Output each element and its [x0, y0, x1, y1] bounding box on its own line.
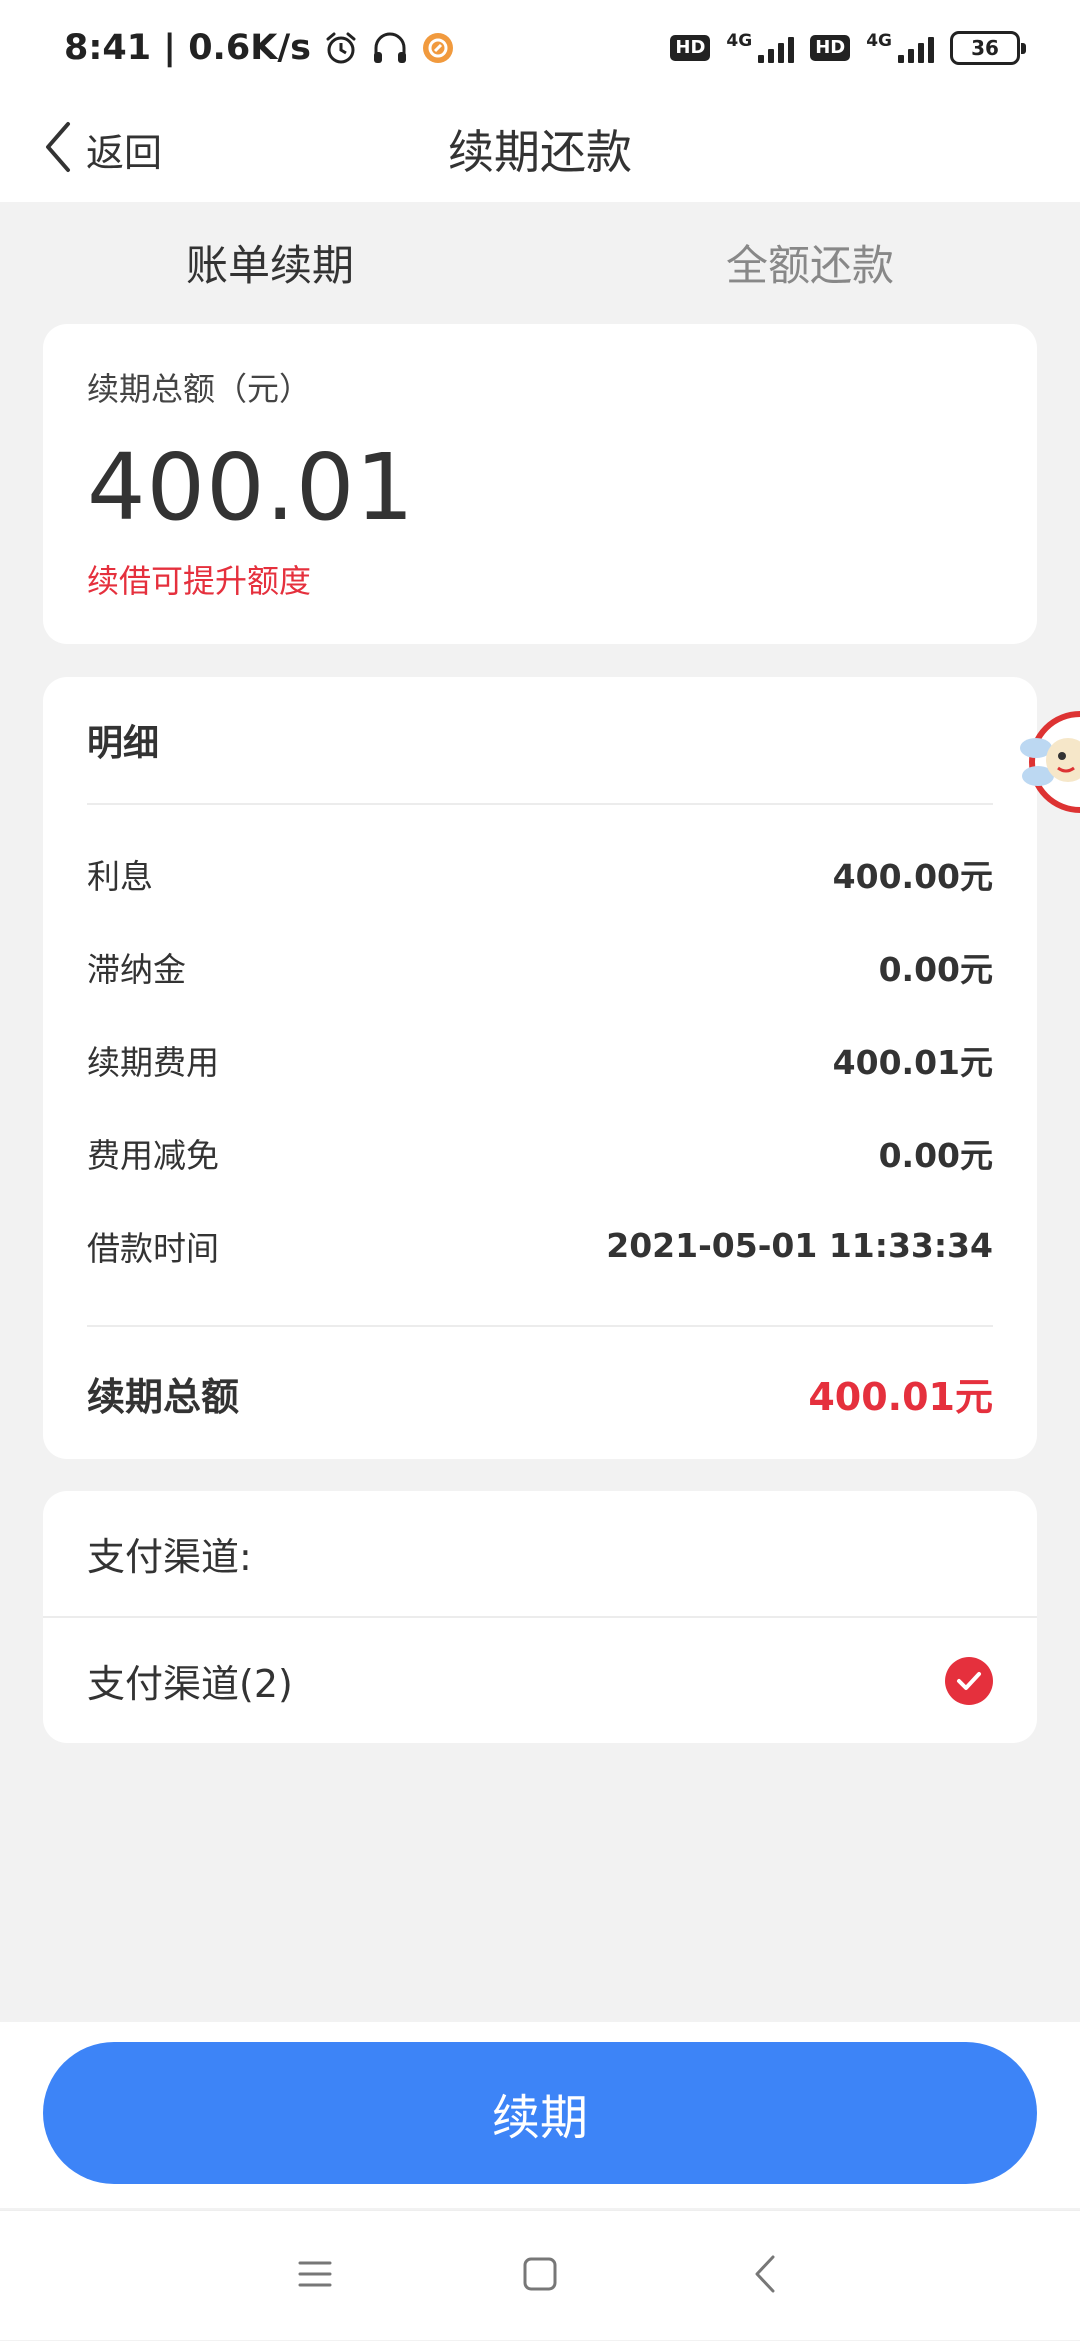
- check-circle-icon[interactable]: [945, 1656, 993, 1705]
- total-amount: 400.01: [87, 434, 415, 541]
- detail-label: 续期费用: [87, 1042, 219, 1082]
- nav-bar: 返回 续期还款: [0, 96, 1080, 202]
- signal-group-2: 4G: [866, 33, 934, 63]
- menu-button[interactable]: [203, 2211, 428, 2341]
- detail-card: 明细 利息 400.00元 滞纳金 0.00元 续期费用 400.01元 费用减…: [43, 677, 1037, 1459]
- system-nav-bar: [0, 2210, 1080, 2340]
- chevron-left-icon: [44, 121, 72, 177]
- summary-label: 续期总额: [87, 1374, 240, 1419]
- tab-full-repayment[interactable]: 全额还款: [540, 202, 1080, 322]
- detail-label: 利息: [87, 856, 153, 896]
- network-type-label: 4G: [726, 31, 753, 51]
- total-card: 续期总额（元） 400.01 续借可提升额度: [43, 324, 1037, 644]
- total-caption: 续期总额（元）: [87, 370, 312, 408]
- summary-value: 400.01元: [808, 1374, 993, 1419]
- detail-row-renewal-fee: 续期费用 400.01元: [87, 1013, 993, 1106]
- detail-label: 滞纳金: [87, 949, 186, 989]
- back-button[interactable]: 返回: [44, 118, 162, 180]
- signal-icon: [898, 33, 934, 63]
- detail-row-loan-time: 借款时间 2021-05-01 11:33:34: [87, 1199, 993, 1292]
- chevron-left-icon: [753, 2254, 777, 2298]
- status-time-speed: 8:41 | 0.6K/s: [64, 28, 311, 68]
- detail-value: 400.00元: [832, 856, 993, 896]
- payment-card: 支付渠道: 支付渠道(2): [43, 1491, 1037, 1743]
- tab-renewal[interactable]: 账单续期: [0, 202, 540, 322]
- detail-row-late-fee: 滞纳金 0.00元: [87, 920, 993, 1013]
- detail-value: 2021-05-01 11:33:34: [606, 1226, 993, 1265]
- status-bar: 8:41 | 0.6K/s HD 4G HD 4G 36: [0, 0, 1080, 96]
- status-right: HD 4G HD 4G 36: [670, 31, 1026, 65]
- detail-value: 0.00元: [878, 1135, 993, 1175]
- app-notification-icon: [421, 31, 455, 65]
- status-left: 8:41 | 0.6K/s: [64, 28, 455, 68]
- payment-heading: 支付渠道:: [43, 1491, 1037, 1618]
- payment-option-label: 支付渠道(2): [87, 1662, 293, 1706]
- detail-list: 利息 400.00元 滞纳金 0.00元 续期费用 400.01元 费用减免 0…: [87, 805, 993, 1292]
- back-label: 返回: [86, 130, 163, 175]
- detail-label: 费用减免: [87, 1135, 219, 1175]
- payment-option[interactable]: 支付渠道(2): [43, 1618, 1037, 1743]
- network-type-label: 4G: [866, 31, 892, 51]
- hd-badge: HD: [670, 35, 711, 61]
- page-title: 续期还款: [448, 125, 632, 179]
- battery-icon: 36: [950, 31, 1026, 65]
- hd-badge: HD: [810, 35, 851, 61]
- battery-level: 36: [971, 36, 999, 60]
- total-hint: 续借可提升额度: [87, 562, 312, 600]
- signal-group-1: 4G: [726, 31, 795, 63]
- headset-icon: [371, 30, 409, 66]
- detail-row-interest: 利息 400.00元: [87, 827, 993, 920]
- renew-button[interactable]: 续期: [43, 2042, 1037, 2184]
- menu-icon: [297, 2259, 333, 2293]
- tab-bar: 账单续期 全额还款: [0, 202, 1080, 322]
- detail-row-fee-waiver: 费用减免 0.00元: [87, 1106, 993, 1199]
- detail-value: 0.00元: [878, 949, 993, 989]
- detail-summary: 续期总额 400.01元: [87, 1325, 993, 1459]
- home-button[interactable]: [428, 2211, 653, 2341]
- detail-value: 400.01元: [832, 1042, 993, 1082]
- signal-icon: [758, 33, 795, 63]
- floating-mascot-icon[interactable]: [1018, 700, 1080, 820]
- detail-label: 借款时间: [87, 1228, 219, 1268]
- bottom-action-area: 续期: [0, 2022, 1080, 2208]
- system-back-button[interactable]: [653, 2211, 878, 2341]
- home-square-icon: [522, 2256, 558, 2296]
- detail-heading: 明细: [87, 677, 993, 805]
- alarm-icon: [323, 30, 359, 66]
